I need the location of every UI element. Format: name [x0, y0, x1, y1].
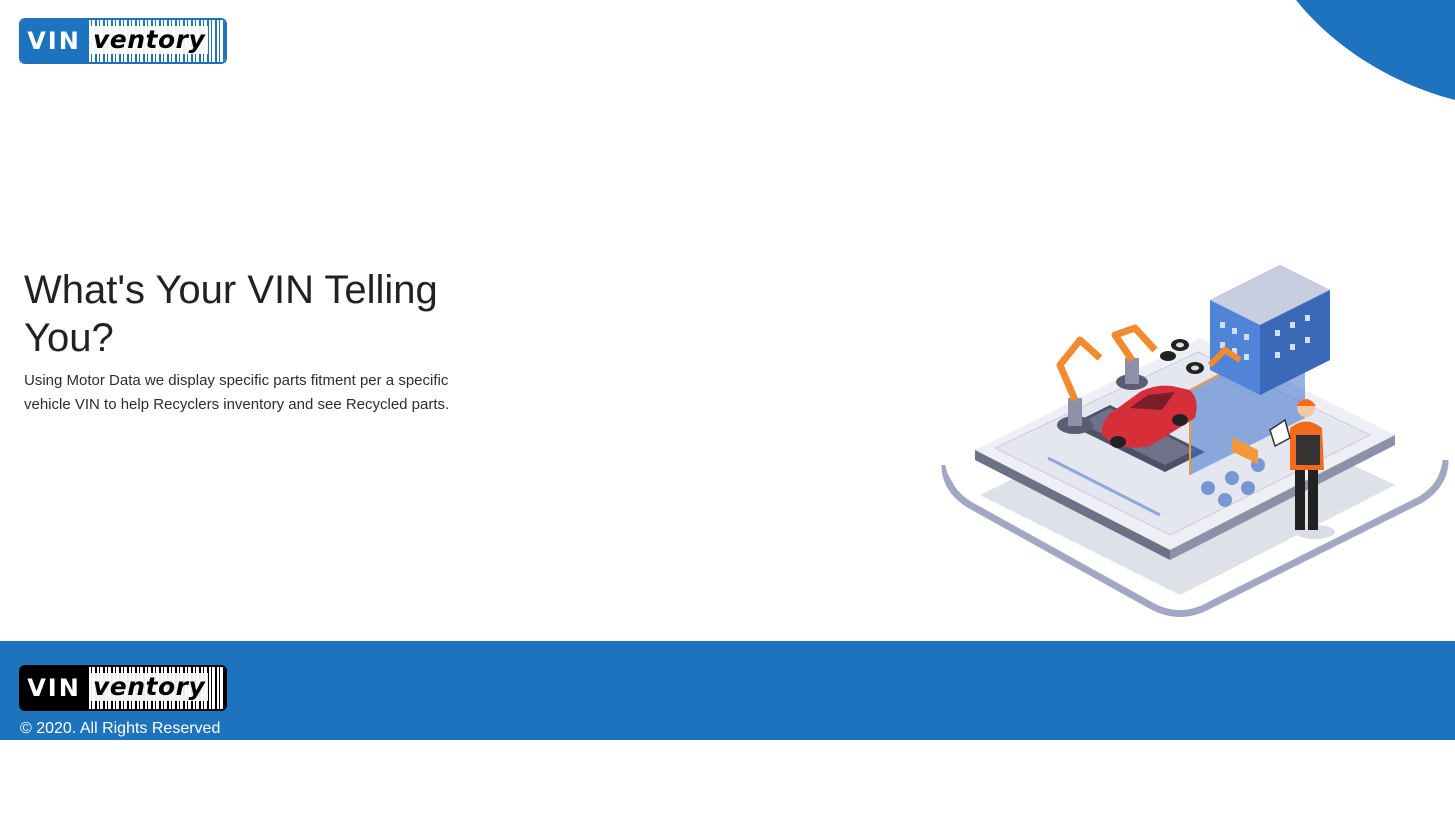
factory-assembly-illustration	[941, 265, 1449, 617]
copyright-text: © 2020. All Rights Reserved	[20, 720, 221, 737]
logo-vin-text: VIN	[21, 20, 87, 62]
logo-ventory-text: ventory	[90, 26, 209, 54]
footer-logo-ventory-text: ventory	[90, 673, 209, 701]
corner-decoration	[1296, 0, 1455, 100]
footer-logo[interactable]: VIN ventory	[19, 665, 227, 711]
landing-page: VIN ventory What's Your VIN Telling You?…	[0, 0, 1455, 837]
hero-description: Using Motor Data we display specific par…	[24, 372, 450, 413]
footer-logo-vin-text: VIN	[21, 667, 87, 709]
footer-logo-barcode: ventory	[87, 667, 225, 709]
logo-barcode: ventory	[87, 20, 225, 62]
header-logo[interactable]: VIN ventory	[19, 18, 227, 64]
hero-title: What's Your VIN Telling You?	[24, 268, 438, 360]
